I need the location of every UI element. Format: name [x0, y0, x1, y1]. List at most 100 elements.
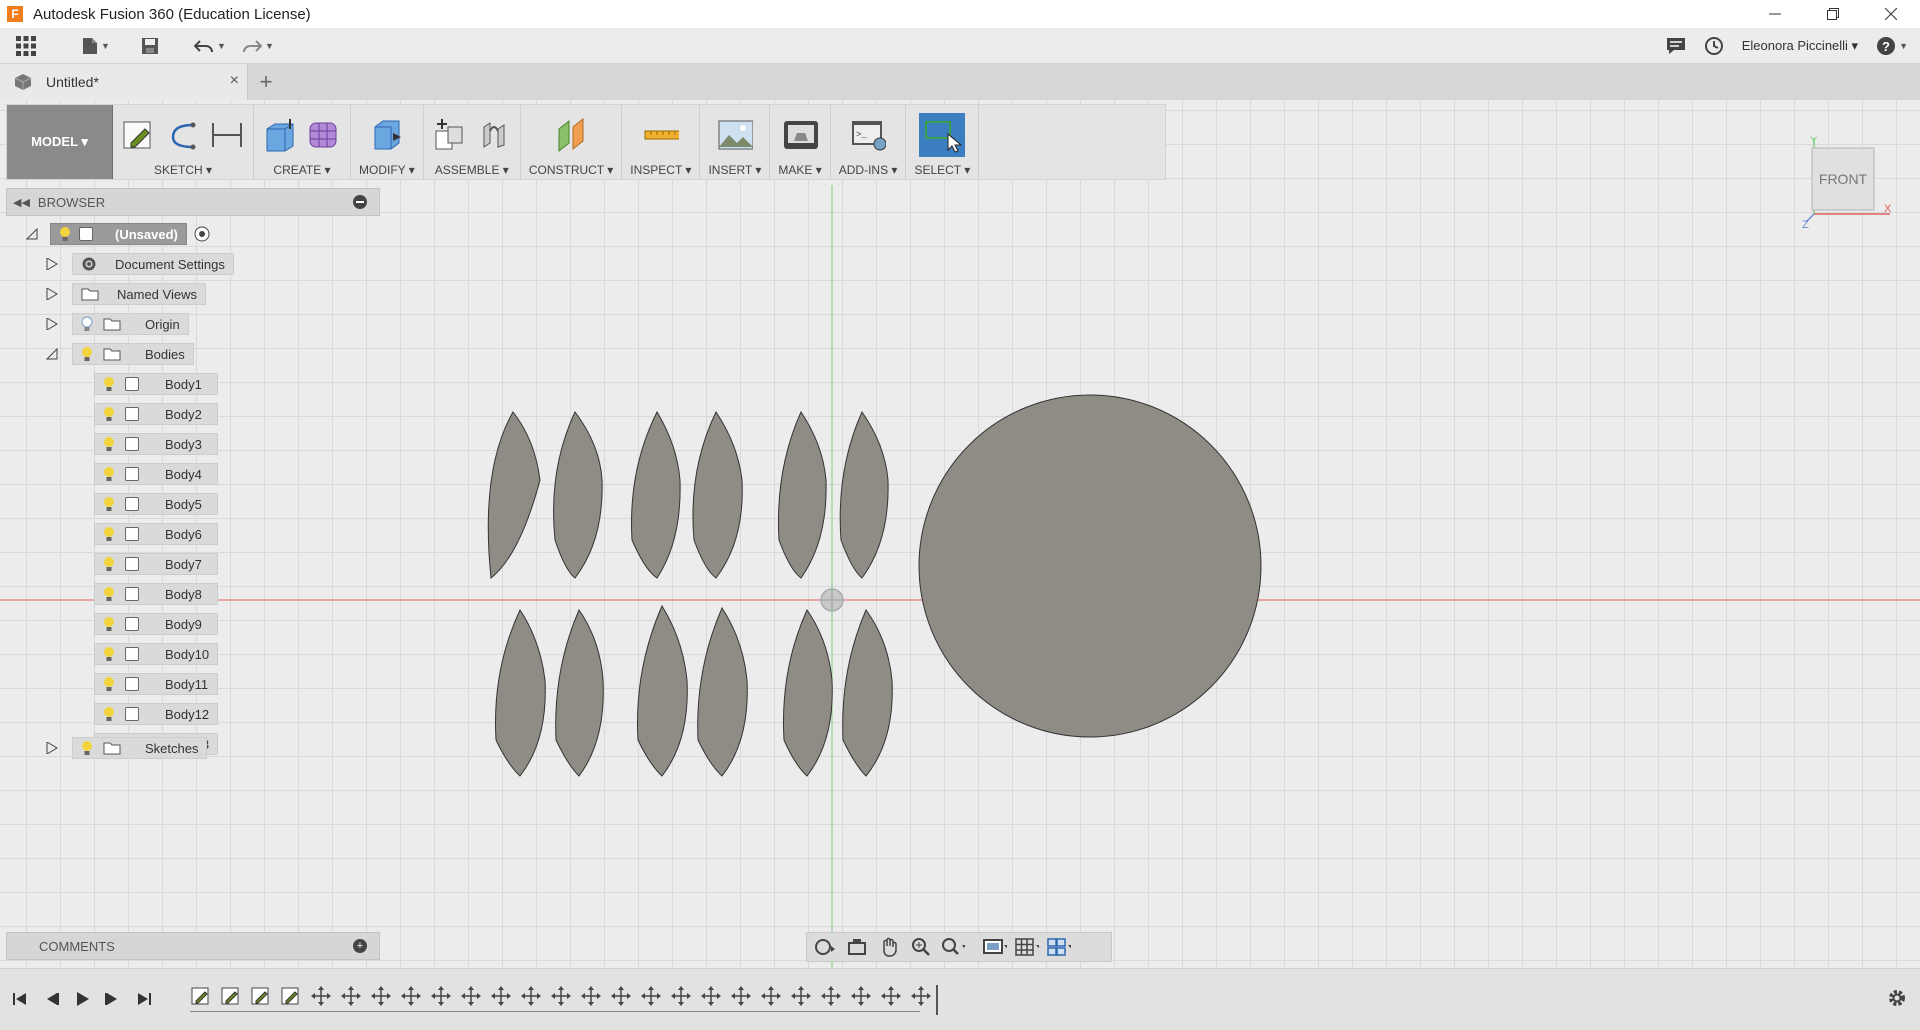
lightbulb-icon[interactable] [103, 706, 115, 722]
new-component-icon[interactable] [432, 117, 468, 153]
viewport-canvas[interactable] [0, 100, 1920, 968]
tree-item-body[interactable]: Body11 [94, 672, 218, 696]
sketch-dimension-icon[interactable] [209, 117, 245, 153]
tree-item-body[interactable]: Body8 [94, 582, 218, 606]
app-grid-icon[interactable] [12, 31, 40, 61]
display-settings-icon[interactable] [983, 936, 1007, 958]
lightbulb-icon[interactable] [59, 226, 71, 242]
close-tab-icon[interactable]: × [230, 72, 239, 90]
body-lens[interactable] [631, 410, 681, 579]
timeline-move-feature-icon[interactable] [460, 985, 482, 1007]
timeline-move-feature-icon[interactable] [820, 985, 842, 1007]
pan-hand-icon[interactable] [877, 936, 901, 958]
lightbulb-icon[interactable] [103, 646, 115, 662]
timeline-move-feature-icon[interactable] [910, 985, 932, 1007]
insert-menu[interactable]: INSERT ▾ [708, 163, 761, 177]
lightbulb-icon[interactable] [103, 616, 115, 632]
tree-item-bodies[interactable]: Bodies [46, 342, 194, 366]
timeline-sketch-feature-icon[interactable] [190, 985, 212, 1007]
body-lens[interactable] [487, 411, 541, 579]
restore-button[interactable] [1804, 0, 1862, 28]
tree-item-document-settings[interactable]: Document Settings [46, 252, 234, 276]
add-comment-icon[interactable]: + [353, 939, 367, 953]
lightbulb-icon[interactable] [103, 376, 115, 392]
lightbulb-icon[interactable] [81, 346, 93, 362]
timeline-move-feature-icon[interactable] [610, 985, 632, 1007]
modify-menu[interactable]: MODIFY ▾ [359, 163, 415, 177]
tree-item-body[interactable]: Body7 [94, 552, 218, 576]
tree-item-body[interactable]: Body2 [94, 402, 218, 426]
minimize-button[interactable] [1746, 0, 1804, 28]
tree-item-body[interactable]: Body9 [94, 612, 218, 636]
create-sketch-icon[interactable] [121, 117, 157, 153]
body-lens[interactable] [555, 608, 604, 777]
timeline-move-feature-icon[interactable] [430, 985, 452, 1007]
undo-button[interactable]: ▼ [190, 31, 230, 61]
joint-icon[interactable] [476, 117, 512, 153]
lightbulb-icon[interactable] [103, 436, 115, 452]
tree-item-body[interactable]: Body10 [94, 642, 219, 666]
help-button[interactable]: ? ▼ [1876, 31, 1908, 61]
timeline-prev-icon[interactable] [42, 989, 62, 1009]
sketch-arc-icon[interactable] [165, 117, 201, 153]
create-menu[interactable]: CREATE ▾ [273, 163, 330, 177]
document-tab[interactable]: Untitled* × [0, 64, 248, 100]
lightbulb-icon[interactable] [103, 526, 115, 542]
inspect-menu[interactable]: INSPECT ▾ [630, 163, 691, 177]
job-status-icon[interactable] [1704, 31, 1724, 61]
body-lens[interactable] [495, 608, 546, 777]
tree-item-body[interactable]: Body6 [94, 522, 218, 546]
timeline-move-feature-icon[interactable] [790, 985, 812, 1007]
viewcube-face-label[interactable]: FRONT [1819, 171, 1868, 187]
form-icon[interactable] [306, 117, 342, 153]
body-lens[interactable] [637, 604, 688, 777]
tree-item-body[interactable]: Body5 [94, 492, 218, 516]
file-menu-button[interactable]: ▼ [78, 31, 114, 61]
lightbulb-icon[interactable] [103, 556, 115, 572]
lightbulb-icon[interactable] [103, 586, 115, 602]
timeline-move-feature-icon[interactable] [490, 985, 512, 1007]
timeline-marker[interactable] [936, 985, 938, 1015]
timeline-first-icon[interactable] [10, 989, 30, 1009]
zoom-icon[interactable] [909, 936, 933, 958]
timeline-move-feature-icon[interactable] [850, 985, 872, 1007]
expand-triangle-icon[interactable] [46, 258, 58, 270]
timeline-move-feature-icon[interactable] [550, 985, 572, 1007]
timeline-sketch-feature-icon[interactable] [280, 985, 302, 1007]
expand-triangle-icon[interactable] [46, 288, 58, 300]
make-menu[interactable]: MAKE ▾ [778, 163, 821, 177]
look-at-icon[interactable] [845, 936, 869, 958]
3d-print-icon[interactable] [782, 117, 819, 153]
zoom-window-icon[interactable] [941, 936, 965, 958]
tree-item-body[interactable]: Body4 [94, 462, 218, 486]
tree-item-origin[interactable]: Origin [46, 312, 189, 336]
redo-button[interactable]: ▼ [238, 31, 278, 61]
offset-plane-icon[interactable] [553, 117, 589, 153]
timeline-track[interactable] [190, 985, 938, 1015]
press-pull-icon[interactable] [369, 117, 405, 153]
construct-menu[interactable]: CONSTRUCT ▾ [529, 163, 613, 177]
timeline-move-feature-icon[interactable] [370, 985, 392, 1007]
timeline-last-icon[interactable] [134, 989, 154, 1009]
timeline-move-feature-icon[interactable] [340, 985, 362, 1007]
timeline-move-feature-icon[interactable] [520, 985, 542, 1007]
collapse-triangle-icon[interactable] [26, 228, 38, 240]
tree-item-sketches[interactable]: Sketches [46, 736, 208, 760]
body-lens[interactable] [783, 608, 833, 777]
timeline-move-feature-icon[interactable] [730, 985, 752, 1007]
sketch-menu[interactable]: SKETCH ▾ [154, 163, 212, 177]
timeline-sketch-feature-icon[interactable] [250, 985, 272, 1007]
timeline-move-feature-icon[interactable] [880, 985, 902, 1007]
orbit-icon[interactable] [813, 936, 837, 958]
viewports-icon[interactable] [1047, 936, 1071, 958]
tree-item-body[interactable]: Body3 [94, 432, 218, 456]
body-circle[interactable] [918, 394, 1262, 738]
body-lens[interactable] [697, 606, 748, 777]
body-lens[interactable] [778, 410, 827, 579]
lightbulb-icon[interactable] [103, 676, 115, 692]
timeline-move-feature-icon[interactable] [640, 985, 662, 1007]
save-button[interactable] [138, 31, 162, 61]
timeline-move-feature-icon[interactable] [310, 985, 332, 1007]
timeline-move-feature-icon[interactable] [760, 985, 782, 1007]
body-lens[interactable] [692, 410, 743, 579]
